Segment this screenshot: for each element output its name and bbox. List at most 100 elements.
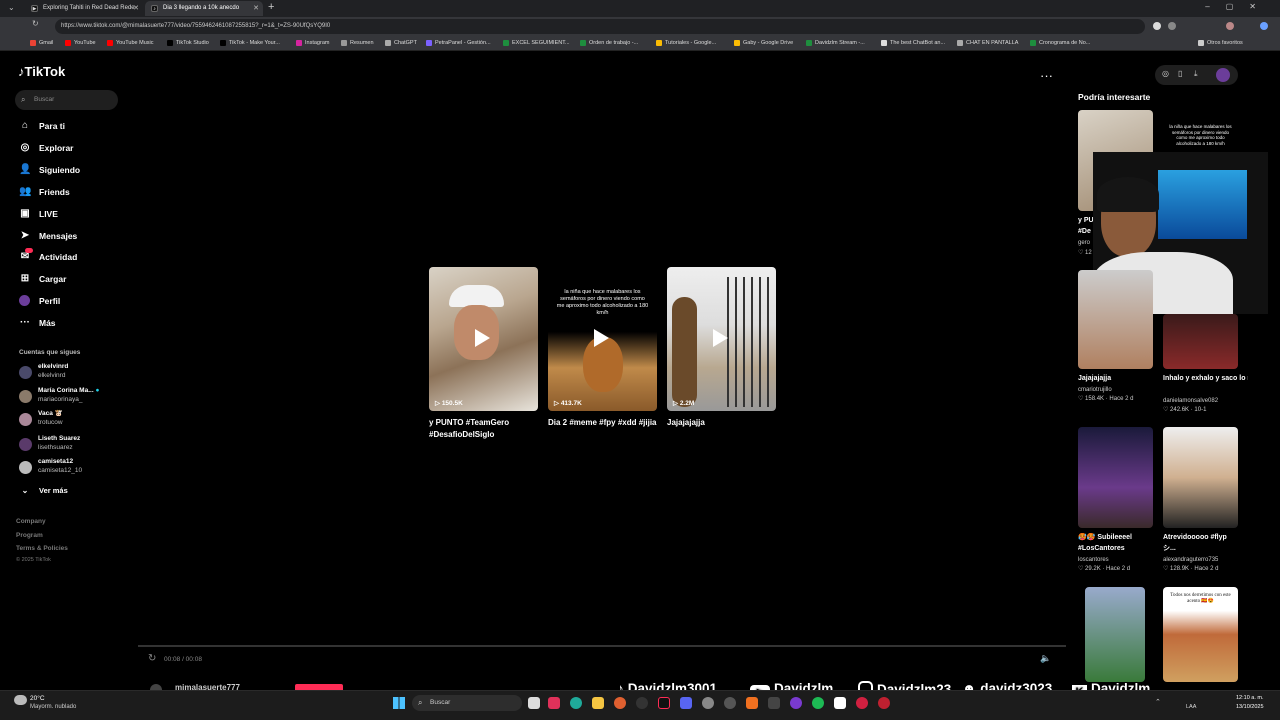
weather-desc[interactable]: Mayorm. nublado [30, 704, 76, 710]
app-icon[interactable] [834, 697, 846, 709]
window-controls[interactable]: –▢✕ [1205, 2, 1272, 11]
bookmark-item[interactable]: Orden de trabajo -... [580, 38, 638, 48]
tiktok-favicon-icon: ♪ [151, 5, 158, 12]
bookmark-item[interactable]: TikTok - Make Your... [220, 38, 280, 48]
recommended-video[interactable]: Todos nos derretimos con este acento 🇪🇸😍 [1163, 587, 1238, 682]
recommended-video[interactable] [1078, 427, 1153, 528]
system-tray-icons[interactable]: ⌃ [1155, 698, 1161, 706]
app-icon[interactable] [614, 697, 626, 709]
bookmark-item[interactable]: ChatGPT [385, 38, 417, 48]
task-view-icon[interactable] [528, 697, 540, 709]
video-progress-bar[interactable] [138, 645, 1066, 647]
footer-link[interactable]: Terms & Policies [16, 545, 68, 552]
video-thumbnail[interactable]: ▷ 2.2M [667, 267, 776, 411]
nav-cargar[interactable]: ⊞ Cargar [19, 272, 67, 286]
user-avatar[interactable] [1216, 68, 1230, 82]
footer-link[interactable]: Company [16, 518, 46, 525]
bookmark-item[interactable]: CHAT EN PANTALLA [957, 38, 1018, 48]
compass-icon[interactable]: ◎ [1162, 69, 1169, 78]
bookmark-item[interactable]: YouTube Music [107, 38, 154, 48]
clock-date[interactable]: 13/10/2025 [1236, 704, 1264, 710]
device-icon[interactable]: ▯ [1178, 69, 1182, 78]
tiktok-app-icon[interactable] [658, 697, 670, 709]
recommended-video[interactable] [1163, 314, 1238, 369]
app-icon[interactable] [746, 697, 758, 709]
new-tab-button[interactable]: + [268, 1, 274, 13]
recommended-video[interactable] [1078, 270, 1153, 369]
app-icon[interactable] [768, 697, 780, 709]
video-thumbnail[interactable]: la niña que hace malabares los semáforos… [548, 267, 657, 411]
reload-icon[interactable]: ↻ [32, 19, 39, 28]
thumbnail-person [672, 297, 697, 407]
weather-temp[interactable]: 20°C [30, 695, 45, 702]
bookmark-item[interactable]: EXCEL SEGUIMIENT... [503, 38, 570, 48]
bookmark-item[interactable]: Resumen [341, 38, 374, 48]
windows-start-icon[interactable] [393, 697, 405, 709]
nav-mensajes[interactable]: ➤ Mensajes [19, 229, 77, 243]
bookmark-item[interactable]: TikTok Studio [167, 38, 209, 48]
recommended-video[interactable] [1163, 427, 1238, 528]
bookmark-item[interactable]: Tutoriales - Google... [656, 38, 716, 48]
language-indicator[interactable]: LAA [1186, 704, 1196, 710]
bookmark-item[interactable]: Gaby - Google Drive [734, 38, 793, 48]
bookmark-item[interactable]: The best ChatBot an... [881, 38, 945, 48]
following-item[interactable]: Vaca 🐮 trotucow [19, 410, 63, 430]
volume-icon[interactable]: 🔈 [1040, 653, 1051, 664]
tiktok-logo[interactable]: ♪TikTok [18, 64, 65, 79]
app-icon[interactable] [856, 697, 868, 709]
nav-mas[interactable]: ··· Más [19, 316, 56, 330]
following-item[interactable]: elkelvinrd elkelvinrd [19, 363, 68, 383]
app-icon[interactable] [636, 697, 648, 709]
weather-icon[interactable] [14, 695, 27, 705]
browser-tab-2[interactable]: ♪ Dia 3 llegando a 10k anecdo ✕ [145, 1, 263, 16]
nav-siguiendo[interactable]: 👤 Siguiendo [19, 163, 80, 177]
avatar [19, 461, 32, 474]
app-icon[interactable] [548, 697, 560, 709]
see-more-button[interactable]: ⌄ Ver más [19, 484, 68, 498]
nav-actividad[interactable]: ✉ Actividad [19, 248, 77, 264]
extension-icons[interactable] [1150, 22, 1270, 31]
search-input[interactable]: ⌕ Buscar [15, 90, 118, 110]
replay-icon[interactable]: ↻ [148, 653, 156, 664]
footer-link[interactable]: Program [16, 532, 43, 539]
video-title[interactable]: Dia 2 #meme #fpy #xdd #jijia [548, 417, 660, 429]
nav-explorar[interactable]: ◎ Explorar [19, 141, 74, 155]
youtube-favicon-icon: ▶ [31, 5, 38, 12]
url-field[interactable]: https://www.tiktok.com/@mimalasuerte777/… [55, 19, 1145, 34]
other-bookmarks[interactable]: Otros favoritos [1198, 38, 1243, 48]
close-tab-icon[interactable]: ✕ [133, 1, 139, 16]
following-item[interactable]: María Corina Ma... ● mariacorinaya_ [19, 387, 99, 407]
following-item[interactable]: Liseth Suarez lisethsuarez [19, 435, 80, 455]
spotify-icon[interactable] [812, 697, 824, 709]
nav-para-ti[interactable]: ⌂ Para ti [19, 119, 65, 133]
app-icon[interactable] [790, 697, 802, 709]
tab-list-icon[interactable]: ⌄ [8, 3, 15, 12]
app-icon[interactable] [702, 697, 714, 709]
discord-app-icon[interactable] [680, 697, 692, 709]
bookmark-item[interactable]: Gmail [30, 38, 53, 48]
author-username[interactable]: mimalasuerte777 [175, 683, 240, 690]
app-icon[interactable] [878, 697, 890, 709]
browser-tab-1[interactable]: ▶ Exploring Tahiti in Red Dead Rede ✕ [25, 1, 143, 16]
following-item[interactable]: camiseta12 camiseta12_10 [19, 458, 82, 478]
download-icon[interactable]: ⤓ [1194, 69, 1198, 79]
nav-friends[interactable]: 👥 Friends [19, 185, 70, 199]
bookmark-item[interactable]: PetraPanel - Gestión... [426, 38, 491, 48]
nav-live[interactable]: ▣ LIVE [19, 207, 58, 221]
bookmark-item[interactable]: YouTube [65, 38, 96, 48]
taskbar-search[interactable]: ⌕ Buscar [412, 695, 522, 711]
bookmark-item[interactable]: Cronograma de No... [1030, 38, 1090, 48]
clock-time[interactable]: 12:10 a. m. [1236, 695, 1264, 701]
video-title[interactable]: Jajajajajja [667, 417, 779, 429]
bookmark-item[interactable]: Instagram [296, 38, 329, 48]
app-icon[interactable] [724, 697, 736, 709]
video-title[interactable]: y PUNTO #TeamGero #DesafioDelSiglo [429, 417, 541, 441]
nav-perfil[interactable]: Perfil [19, 294, 60, 308]
more-options-icon[interactable]: ··· [1040, 68, 1053, 83]
bookmark-item[interactable]: Davidzlm Stream -... [806, 38, 865, 48]
recommended-video[interactable] [1085, 587, 1145, 682]
close-tab-icon[interactable]: ✕ [253, 1, 259, 16]
video-thumbnail[interactable]: ▷ 150.5K [429, 267, 538, 411]
file-explorer-icon[interactable] [592, 697, 604, 709]
edge-icon[interactable] [570, 697, 582, 709]
